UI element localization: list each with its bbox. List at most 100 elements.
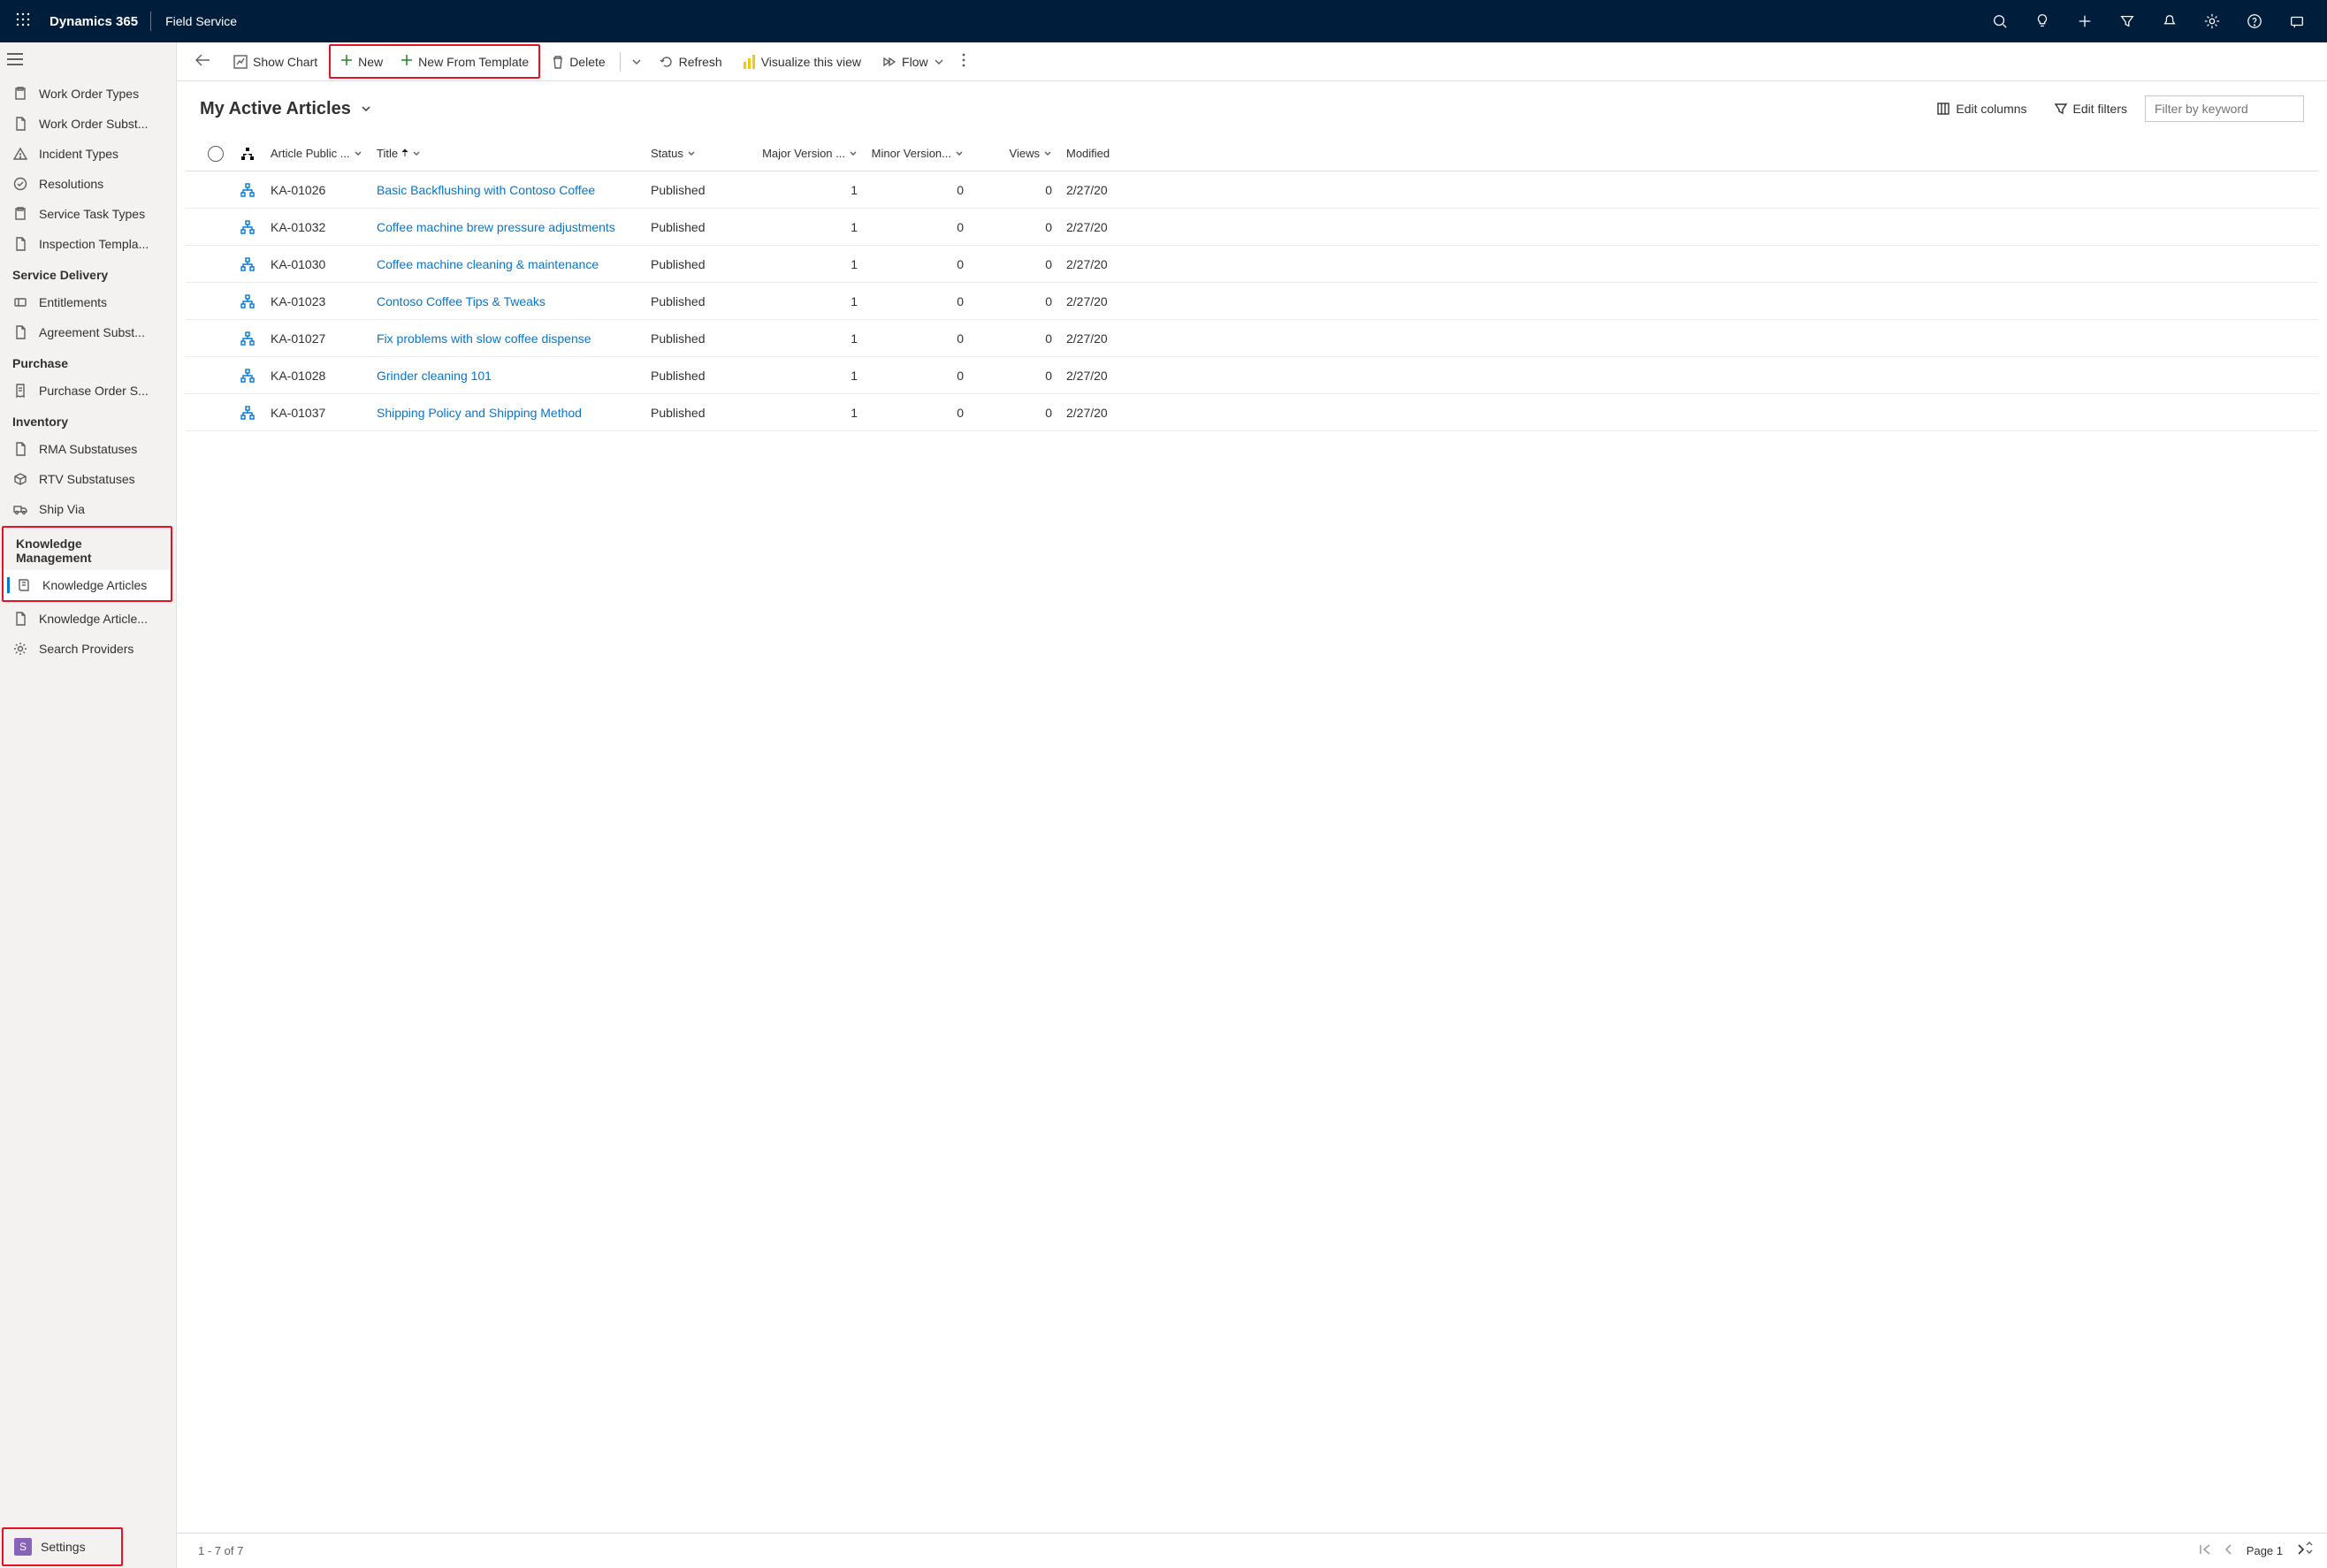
sidebar-item[interactable]: Resolutions xyxy=(0,169,176,199)
first-page-button[interactable] xyxy=(2199,1544,2211,1557)
gear-icon[interactable] xyxy=(2198,0,2226,42)
app-name-label[interactable]: Field Service xyxy=(151,14,251,28)
prev-page-button[interactable] xyxy=(2224,1544,2234,1557)
assistant-icon[interactable] xyxy=(2283,0,2311,42)
col-title[interactable]: Title xyxy=(370,147,644,160)
hierarchy-column-icon[interactable] xyxy=(232,147,263,161)
main-content: Show Chart New New From Template Delete xyxy=(177,42,2327,1568)
cell-title-link[interactable]: Fix problems with slow coffee dispense xyxy=(370,331,644,346)
sidebar-item[interactable]: Ship Via xyxy=(0,494,176,524)
table-row[interactable]: KA-01026Basic Backflushing with Contoso … xyxy=(186,171,2318,209)
back-button[interactable] xyxy=(184,47,221,76)
group-service-delivery: Service Delivery xyxy=(0,259,176,287)
cell-article: KA-01032 xyxy=(263,220,370,234)
flow-label: Flow xyxy=(902,55,928,69)
cell-title-link[interactable]: Basic Backflushing with Contoso Coffee xyxy=(370,183,644,197)
col-views[interactable]: Views xyxy=(971,147,1059,160)
bell-icon[interactable] xyxy=(2155,0,2184,42)
top-nav-bar: Dynamics 365 Field Service xyxy=(0,0,2327,42)
cell-title-link[interactable]: Coffee machine brew pressure adjustments xyxy=(370,220,644,234)
delete-button[interactable]: Delete xyxy=(543,48,614,76)
cell-major: 1 xyxy=(750,406,865,420)
flow-button[interactable]: Flow xyxy=(874,48,953,76)
app-launcher-icon[interactable] xyxy=(9,12,37,31)
sidebar-item[interactable]: Agreement Subst... xyxy=(0,317,176,347)
cell-major: 1 xyxy=(750,369,865,383)
view-title[interactable]: My Active Articles xyxy=(200,99,351,119)
delete-dropdown[interactable] xyxy=(626,51,647,72)
sidebar-item[interactable]: Entitlements xyxy=(0,287,176,317)
sidebar-item-label: RTV Substatuses xyxy=(39,472,135,486)
show-chart-button[interactable]: Show Chart xyxy=(225,48,326,76)
col-article-public[interactable]: Article Public ... xyxy=(263,147,370,160)
col-minor-version[interactable]: Minor Version... xyxy=(865,147,971,160)
sidebar-item[interactable]: Work Order Subst... xyxy=(0,109,176,139)
cell-title-link[interactable]: Coffee machine cleaning & maintenance xyxy=(370,257,644,271)
command-bar: Show Chart New New From Template Delete xyxy=(177,42,2327,81)
select-all-checkbox[interactable] xyxy=(200,146,232,162)
hamburger-icon[interactable] xyxy=(0,42,176,79)
table-row[interactable]: KA-01027Fix problems with slow coffee di… xyxy=(186,320,2318,357)
cell-article: KA-01037 xyxy=(263,406,370,420)
col-major-version[interactable]: Major Version ... xyxy=(750,147,865,160)
filter-keyword-input[interactable] xyxy=(2145,95,2304,122)
sidebar-item[interactable]: Service Task Types xyxy=(0,199,176,229)
cell-modified: 2/27/20 xyxy=(1059,369,1130,383)
cell-title-link[interactable]: Shipping Policy and Shipping Method xyxy=(370,406,644,420)
cell-modified: 2/27/20 xyxy=(1059,294,1130,308)
plus-icon[interactable] xyxy=(2071,0,2099,42)
doc-icon xyxy=(12,116,28,132)
col-modified[interactable]: Modified xyxy=(1059,147,1130,160)
lightbulb-icon[interactable] xyxy=(2028,0,2056,42)
filter-input[interactable] xyxy=(2155,102,2294,116)
new-button[interactable]: New xyxy=(332,47,392,76)
sidebar-item[interactable]: Work Order Types xyxy=(0,79,176,109)
sidebar-item[interactable]: Knowledge Article... xyxy=(0,604,176,634)
table-row[interactable]: KA-01023Contoso Coffee Tips & TweaksPubl… xyxy=(186,283,2318,320)
sidebar-item[interactable]: Incident Types xyxy=(0,139,176,169)
cell-title-link[interactable]: Contoso Coffee Tips & Tweaks xyxy=(370,294,644,308)
cell-minor: 0 xyxy=(865,294,971,308)
hierarchy-icon[interactable] xyxy=(232,406,263,420)
chevron-updown-icon[interactable] xyxy=(2304,1541,2315,1557)
table-row[interactable]: KA-01037Shipping Policy and Shipping Met… xyxy=(186,394,2318,431)
new-from-template-button[interactable]: New From Template xyxy=(392,47,538,76)
sidebar-item[interactable]: Purchase Order S... xyxy=(0,376,176,406)
sidebar-item[interactable]: Inspection Templa... xyxy=(0,229,176,259)
hierarchy-icon[interactable] xyxy=(232,294,263,308)
search-icon[interactable] xyxy=(1986,0,2014,42)
table-row[interactable]: KA-01032Coffee machine brew pressure adj… xyxy=(186,209,2318,246)
hierarchy-icon[interactable] xyxy=(232,331,263,346)
cell-title-link[interactable]: Grinder cleaning 101 xyxy=(370,369,644,383)
more-commands-button[interactable] xyxy=(957,46,971,77)
cell-status: Published xyxy=(644,257,750,271)
hierarchy-icon[interactable] xyxy=(232,369,263,383)
hierarchy-icon[interactable] xyxy=(232,183,263,197)
visualize-button[interactable]: Visualize this view xyxy=(735,48,870,76)
help-icon[interactable] xyxy=(2240,0,2269,42)
brand-label[interactable]: Dynamics 365 xyxy=(37,14,150,29)
table-row[interactable]: KA-01028Grinder cleaning 101Published100… xyxy=(186,357,2318,394)
table-row[interactable]: KA-01030Coffee machine cleaning & mainte… xyxy=(186,246,2318,283)
sidebar-item[interactable]: Knowledge Articles xyxy=(4,570,171,600)
sidebar-item[interactable]: RMA Substatuses xyxy=(0,434,176,464)
hierarchy-icon[interactable] xyxy=(232,257,263,271)
cell-major: 1 xyxy=(750,294,865,308)
sidebar-item-label: Ship Via xyxy=(39,502,85,516)
col-status[interactable]: Status xyxy=(644,147,750,160)
cell-article: KA-01027 xyxy=(263,331,370,346)
sidebar-item[interactable]: Search Providers xyxy=(0,634,176,664)
sidebar-item-label: Work Order Subst... xyxy=(39,117,148,131)
cell-major: 1 xyxy=(750,183,865,197)
grid-scroll[interactable]: Article Public ... Title Status Major Ve… xyxy=(177,136,2327,1533)
chevron-down-icon[interactable] xyxy=(360,102,372,116)
cell-article: KA-01026 xyxy=(263,183,370,197)
refresh-button[interactable]: Refresh xyxy=(651,48,731,76)
sidebar-item-label: Service Task Types xyxy=(39,207,145,221)
hierarchy-icon[interactable] xyxy=(232,220,263,234)
edit-filters-button[interactable]: Edit filters xyxy=(2045,96,2136,121)
sidebar-item[interactable]: RTV Substatuses xyxy=(0,464,176,494)
filter-icon[interactable] xyxy=(2113,0,2141,42)
edit-columns-button[interactable]: Edit columns xyxy=(1927,96,2035,121)
area-switcher[interactable]: S Settings xyxy=(4,1529,121,1564)
